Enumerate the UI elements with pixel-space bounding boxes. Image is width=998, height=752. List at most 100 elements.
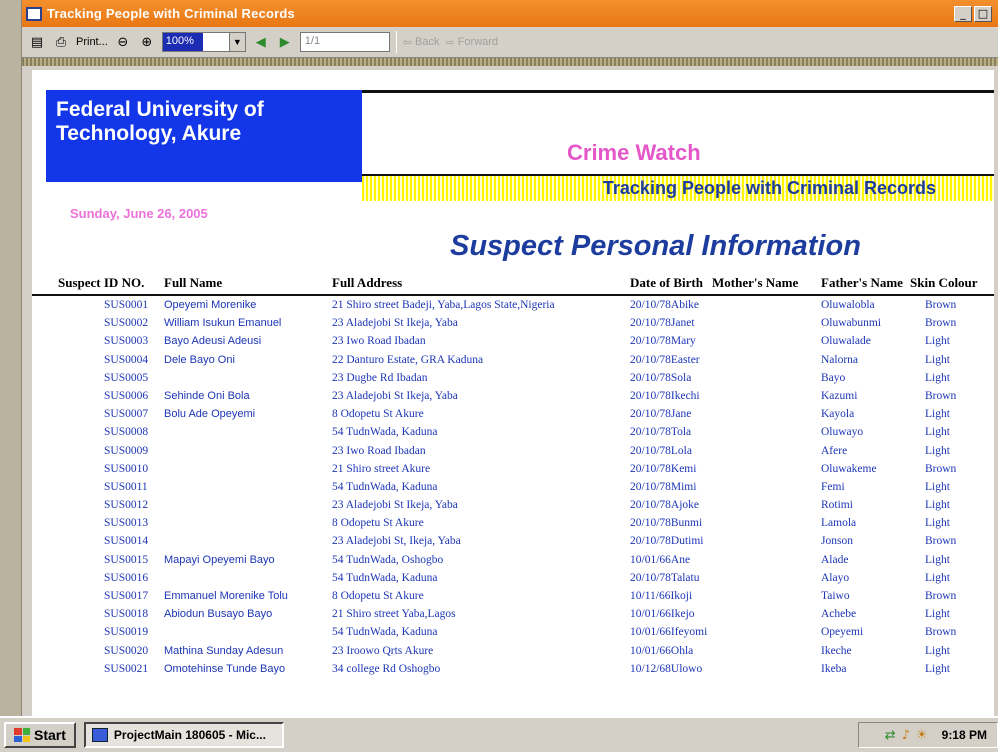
cell-father: Oluwalobla [821, 299, 875, 311]
cell-address: 8 Odopetu St Akure [332, 517, 424, 530]
cell-address: 54 TudnWada, Kaduna [332, 480, 438, 493]
cell-id: SUS0001 [104, 299, 149, 311]
cell-name: Sehinde Oni Bola [164, 389, 250, 402]
system-tray: ⇄ ♪ ☀ 9:18 PM [858, 722, 998, 748]
back-button[interactable]: ⇦ Back [403, 36, 440, 49]
cell-father: Femi [821, 480, 845, 493]
cell-address: 54 TudnWada, Kaduna [332, 426, 438, 439]
cell-address: 21 Shiro street Yaba,Lagos [332, 608, 456, 621]
printer-icon[interactable]: ⎙ [52, 33, 70, 51]
cell-name: Opeyemi Morenike [164, 299, 257, 311]
maximize-button[interactable]: □ [974, 5, 992, 22]
cell-name: Dele Bayo Oni [164, 353, 235, 366]
chevron-down-icon[interactable]: ▼ [228, 33, 245, 51]
screen: Tracking People with Criminal Records _ … [0, 0, 998, 752]
cell-name: Emmanuel Morenike Tolu [164, 590, 288, 602]
table-row: SUS0014 23 Aladejobi St, Ikeja, Yaba 20/10… [32, 534, 994, 552]
cell-father: Bayo [821, 371, 846, 384]
taskbar-item-access[interactable]: ProjectMain 180605 - Mic... [83, 722, 284, 748]
zoom-out-icon[interactable]: ⊖ [114, 33, 132, 51]
brand-title: Crime Watch [567, 140, 701, 165]
cell-name: Bayo Adeusi Adeusi [164, 335, 262, 348]
cell-father: Kayola [821, 408, 855, 421]
cell-skin: Brown [925, 590, 957, 602]
cell-skin: Brown [925, 317, 957, 330]
security-icon[interactable]: ☀ [916, 728, 928, 743]
col-header-name: Full Name [164, 275, 223, 290]
cell-address: 22 Danturo Estate, GRA Kaduna [332, 353, 484, 366]
subtitle-band: Tracking People with Criminal Records [362, 174, 994, 201]
forward-button[interactable]: ⇨ Forward [445, 36, 498, 49]
table-row: SUS0005 23 Dugbe Rd Ibadan 20/10/78Sola Bay… [32, 371, 994, 389]
cell-address: 23 Iwo Road Ibadan [332, 335, 426, 348]
next-page-icon[interactable]: ▶ [276, 33, 294, 51]
cell-id: SUS0008 [104, 426, 149, 439]
col-header-father: Father's Name [821, 275, 903, 290]
cell-father: Oluwayo [821, 426, 864, 439]
previous-page-icon[interactable]: ◀ [252, 33, 270, 51]
cell-dob-mother: 10/01/66Ifeyomi [630, 626, 708, 639]
col-header-address: Full Address [332, 275, 403, 290]
cell-skin: Light [925, 571, 950, 584]
cell-father: Lamola [821, 517, 857, 530]
cell-dob-mother: 20/10/78Abike [630, 299, 699, 311]
clock[interactable]: 9:18 PM [942, 728, 987, 742]
cell-id: SUS0017 [104, 590, 149, 602]
cell-dob-mother: 10/11/66Ikoji [630, 590, 693, 602]
minimize-button[interactable]: _ [954, 5, 972, 22]
table-row: SUS0002 William Isukun Emanuel 23 Aladejob… [32, 316, 994, 334]
col-header-id: Suspect ID NO. [58, 275, 145, 290]
cell-skin: Light [925, 371, 950, 384]
zoom-select[interactable]: 100% ▼ [161, 32, 246, 52]
network-icon[interactable]: ⇄ [885, 728, 896, 743]
cell-address: 23 Iwo Road Ibadan [332, 444, 426, 457]
cell-skin: Light [925, 517, 950, 530]
cell-address: 54 TudnWada, Oshogbo [332, 553, 444, 566]
cell-address: 8 Odopetu St Akure [332, 408, 424, 421]
task-label: ProjectMain 180605 - Mic... [113, 728, 266, 742]
cell-address: 8 Odopetu St Akure [332, 590, 424, 602]
print-button[interactable]: Print... [76, 36, 108, 48]
forward-label: Forward [457, 36, 499, 48]
cell-skin: Light [925, 608, 950, 621]
page-number-field[interactable]: 1/1 [299, 32, 390, 52]
table-row: SUS0012 23 Aladejobi St Ikeja, Yaba 20/10/… [32, 498, 994, 516]
cell-skin: Light [925, 408, 950, 421]
cell-father: Alayo [821, 571, 850, 584]
cell-dob-mother: 20/10/78Ajoke [630, 499, 699, 512]
cell-dob-mother: 20/10/78Easter [630, 353, 700, 366]
cell-name: Omotehinse Tunde Bayo [164, 662, 286, 675]
cell-id: SUS0018 [104, 608, 149, 621]
table-row: SUS0018 Abiodun Busayo Bayo 21 Shiro stree… [32, 607, 994, 625]
cell-father: Ikeba [821, 662, 847, 675]
volume-icon[interactable]: ♪ [902, 728, 910, 743]
page-setup-icon[interactable]: ▤ [28, 33, 46, 51]
window-controls: _ □ [954, 5, 992, 22]
institution-line2: Technology, Akure [56, 122, 242, 145]
cell-id: SUS0016 [104, 571, 149, 584]
cell-father: Taiwo [821, 590, 850, 602]
col-header-dob: Date of Birth [630, 275, 703, 290]
table-row: SUS0006 Sehinde Oni Bola 23 Aladejobi St I… [32, 389, 994, 407]
cell-skin: Light [925, 553, 950, 566]
cell-dob-mother: 10/12/68Ulowo [630, 662, 703, 675]
table-row: SUS0020 Mathina Sunday Adesun 23 Iroowo Qr… [32, 644, 994, 662]
title-bar[interactable]: Tracking People with Criminal Records _ … [22, 0, 998, 27]
start-button[interactable]: Start [4, 722, 76, 748]
cell-dob-mother: 20/10/78Janet [630, 317, 695, 330]
table-row: SUS0015 Mapayi Opeyemi Bayo 54 TudnWada, O… [32, 553, 994, 571]
table-row: SUS0017 Emmanuel Morenike Tolu 8 Odopetu S… [32, 589, 994, 607]
institution-box: Federal University of Technology, Akure [46, 90, 362, 182]
cell-address: 23 Aladejobi St Ikeja, Yaba [332, 499, 458, 512]
cell-father: Nalorna [821, 353, 859, 366]
cell-skin: Light [925, 444, 950, 457]
cell-father: Oluwakeme [821, 462, 877, 475]
cell-address: 23 Aladejobi St, Ikeja, Yaba [332, 535, 461, 548]
cell-address: 54 TudnWada, Kaduna [332, 571, 438, 584]
zoom-in-icon[interactable]: ⊕ [138, 33, 156, 51]
table-row: SUS0019 54 TudnWada, Kaduna 10/01/66Ifeyom… [32, 625, 994, 643]
cell-father: Oluwalade [821, 335, 871, 348]
cell-name: Abiodun Busayo Bayo [164, 608, 273, 621]
suspect-rows: SUS0001 Opeyemi Morenike 21 Shiro street B… [32, 298, 994, 680]
cell-dob-mother: 10/01/66Ohla [630, 644, 694, 657]
